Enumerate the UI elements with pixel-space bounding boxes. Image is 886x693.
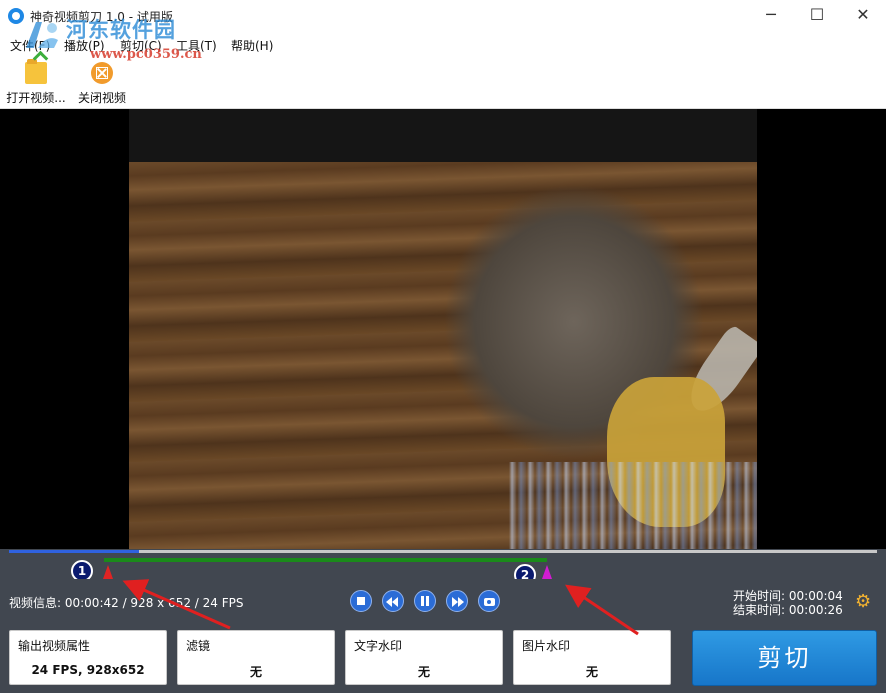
- video-info-text: 视频信息: 00:00:42 / 928 x 652 / 24 FPS: [9, 596, 244, 610]
- close-video-label: 关闭视频: [77, 91, 126, 105]
- close-video-icon: [91, 62, 113, 84]
- text-watermark-box[interactable]: 文字水印 无: [345, 630, 503, 685]
- output-properties-title: 输出视频属性: [18, 639, 91, 653]
- end-marker-handle[interactable]: [542, 565, 552, 579]
- camera-icon: [484, 598, 495, 606]
- menu-help[interactable]: 帮助(H): [231, 37, 273, 54]
- filter-value: 无: [249, 665, 262, 679]
- forward-button[interactable]: [446, 590, 468, 612]
- text-watermark-value: 无: [417, 665, 430, 679]
- image-watermark-value: 无: [585, 665, 598, 679]
- gear-icon[interactable]: ⚙: [855, 593, 871, 611]
- output-properties-value: 24 FPS, 928x652: [31, 663, 145, 677]
- snapshot-button[interactable]: [478, 590, 500, 612]
- pause-button[interactable]: [414, 590, 436, 612]
- text-watermark-title: 文字水印: [354, 639, 403, 653]
- video-player[interactable]: [0, 109, 886, 549]
- start-marker-handle[interactable]: [103, 565, 113, 579]
- cut-button[interactable]: 剪切: [692, 630, 877, 686]
- filter-box[interactable]: 滤镜 无: [177, 630, 335, 685]
- pause-icon: [421, 596, 424, 606]
- end-time-label: 结束时间:: [733, 603, 786, 617]
- open-video-label: 打开视频...: [6, 91, 66, 105]
- maximize-button[interactable]: ☐: [794, 0, 840, 32]
- progress-track[interactable]: [9, 550, 877, 553]
- watermark-site-name: 河东软件园: [66, 17, 176, 42]
- output-properties-box[interactable]: 输出视频属性 24 FPS, 928x652: [9, 630, 167, 685]
- end-time-value: 00:00:26: [788, 603, 843, 617]
- stop-icon: [357, 597, 365, 605]
- rewind-button[interactable]: [382, 590, 404, 612]
- cut-selection-range: [104, 558, 547, 562]
- progress-played: [9, 550, 139, 553]
- video-frame: [129, 109, 757, 549]
- folder-open-icon: [25, 59, 47, 84]
- toolbar: 打开视频... 关闭视频: [0, 56, 886, 109]
- close-window-button[interactable]: ✕: [840, 0, 886, 32]
- stop-button[interactable]: [350, 590, 372, 612]
- info-bar: 视频信息: 00:00:42 / 928 x 652 / 24 FPS 开始时间…: [0, 579, 886, 624]
- open-video-button[interactable]: 打开视频...: [4, 58, 68, 106]
- options-panel: 输出视频属性 24 FPS, 928x652 滤镜 无 文字水印 无 图片水印 …: [0, 624, 886, 693]
- image-watermark-title: 图片水印: [522, 639, 571, 653]
- minimize-button[interactable]: ─: [748, 0, 794, 32]
- close-video-button[interactable]: 关闭视频: [74, 58, 130, 106]
- filter-title: 滤镜: [186, 639, 211, 653]
- watermark-logo-icon: [26, 22, 58, 48]
- image-watermark-box[interactable]: 图片水印 无: [513, 630, 671, 685]
- end-time-row: 结束时间: 00:00:26: [733, 601, 843, 618]
- timeline[interactable]: 1 2: [0, 549, 886, 586]
- watermark-url: www.pc0359.cn: [90, 47, 202, 62]
